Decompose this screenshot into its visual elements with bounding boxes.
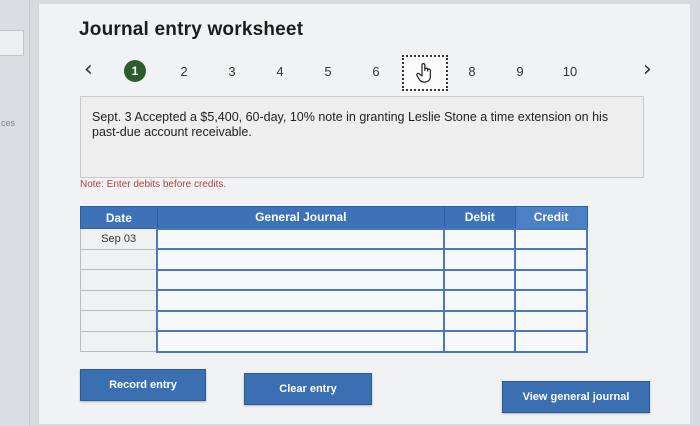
transaction-description: Sept. 3 Accepted a $5,400, 60-day, 10% n… — [92, 110, 609, 139]
debit-field[interactable] — [443, 309, 517, 332]
credit-field[interactable] — [514, 268, 588, 291]
account-field[interactable] — [156, 289, 446, 312]
step-2[interactable]: 2 — [172, 62, 196, 82]
sidebar-text-fragment: ces — [1, 118, 16, 128]
prev-arrow-icon[interactable]: ‹ — [84, 58, 93, 82]
step-8[interactable]: 8 — [460, 62, 484, 82]
journal-table: Date General Journal Debit Credit Sep 03 — [80, 206, 588, 353]
table-row — [80, 248, 588, 271]
credit-header: Credit — [514, 206, 588, 229]
credit-field[interactable] — [514, 248, 588, 271]
debit-header: Debit — [443, 206, 516, 229]
step-9[interactable]: 9 — [508, 62, 532, 82]
next-arrow-icon[interactable]: › — [643, 58, 652, 82]
table-row: Sep 03 — [80, 227, 588, 250]
journal-table-header: Date General Journal Debit Credit — [80, 206, 588, 229]
clear-entry-button[interactable]: Clear entry — [244, 373, 372, 405]
credit-field[interactable] — [514, 330, 588, 353]
date-cell[interactable] — [80, 310, 158, 332]
account-field[interactable] — [156, 309, 446, 332]
left-sidebar-strip — [0, 0, 30, 426]
table-row — [80, 330, 588, 353]
table-row — [80, 268, 588, 291]
account-field[interactable] — [156, 248, 446, 271]
date-cell[interactable] — [80, 269, 158, 291]
step-6[interactable]: 6 — [364, 62, 388, 82]
sidebar-tab[interactable] — [0, 30, 24, 56]
debit-field[interactable] — [443, 268, 517, 291]
account-field[interactable] — [156, 268, 446, 291]
date-header: Date — [80, 206, 158, 229]
debit-field[interactable] — [443, 227, 517, 250]
credit-field[interactable] — [514, 309, 588, 332]
table-row — [80, 309, 588, 332]
step-7-current[interactable] — [402, 55, 448, 91]
debit-field[interactable] — [443, 248, 517, 271]
table-row — [80, 289, 588, 312]
step-4[interactable]: 4 — [268, 62, 292, 82]
step-1[interactable]: 1 — [124, 60, 146, 82]
date-cell[interactable] — [80, 330, 158, 352]
credit-field[interactable] — [514, 289, 588, 312]
credit-field[interactable] — [514, 227, 588, 250]
record-entry-button[interactable]: Record entry — [80, 369, 206, 401]
date-cell[interactable]: Sep 03 — [80, 228, 158, 250]
general-journal-header: General Journal — [156, 206, 445, 229]
date-cell[interactable] — [80, 289, 158, 311]
account-field[interactable] — [156, 227, 446, 250]
view-general-journal-button[interactable]: View general journal — [502, 381, 650, 413]
debit-field[interactable] — [443, 330, 517, 353]
page-title: Journal entry worksheet — [79, 19, 304, 40]
date-cell[interactable] — [80, 248, 158, 270]
hand-pointer-icon — [415, 62, 435, 84]
instruction-note: Note: Enter debits before credits. — [80, 179, 227, 190]
step-10[interactable]: 10 — [558, 62, 582, 82]
account-field[interactable] — [156, 330, 446, 353]
step-3[interactable]: 3 — [220, 62, 244, 82]
step-5[interactable]: 5 — [316, 62, 340, 82]
debit-field[interactable] — [443, 289, 517, 312]
